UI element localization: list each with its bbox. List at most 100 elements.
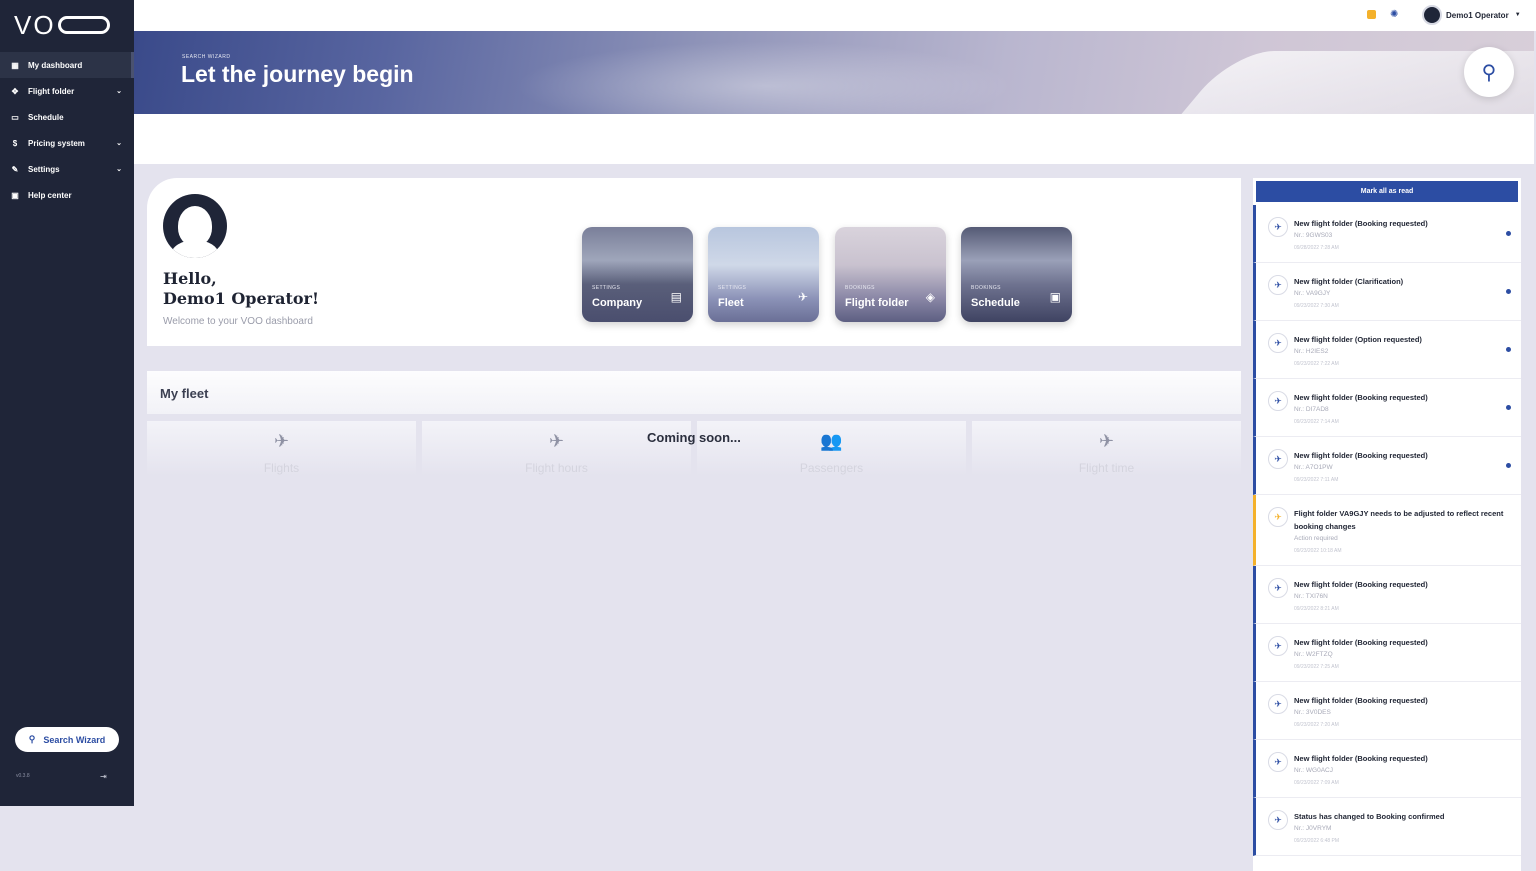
unread-dot xyxy=(1506,347,1511,352)
greeting: Hello, Demo1 Operator! xyxy=(163,269,319,309)
plane-icon: ✈ xyxy=(1268,507,1288,527)
tile-category: BOOKINGS xyxy=(845,285,875,291)
search-icon: ⚲ xyxy=(28,734,36,744)
hero-cloud-decoration xyxy=(514,41,1014,114)
notification-item[interactable]: ✈ Status has changed to Booking confirmed… xyxy=(1253,798,1521,856)
sidebar-item-settings[interactable]: ✎ Settings ⌄ xyxy=(0,156,134,182)
notification-number: Nr.: VA9GJY xyxy=(1294,290,1331,297)
user-menu[interactable]: Demo1 Operator ▼ xyxy=(1422,5,1521,25)
wrench-icon: ✎ xyxy=(11,164,19,174)
sidebar-item-label: Help center xyxy=(28,190,72,200)
chevron-down-icon: ⌄ xyxy=(116,140,122,147)
search-wizard-button[interactable]: ⚲ Search Wizard xyxy=(15,727,119,752)
notification-date: 09/23/2022 7:25 AM xyxy=(1294,664,1339,670)
building-icon: ▤ xyxy=(670,290,682,304)
fleet-card-label: Passengers xyxy=(799,461,864,475)
sidebar-item-my-dashboard[interactable]: ▦ My dashboard xyxy=(0,52,134,78)
plane-icon: ✈ xyxy=(1268,694,1288,714)
sidebar-item-label: Schedule xyxy=(28,112,64,122)
notification-title: New flight folder (Booking requested) xyxy=(1294,696,1428,705)
top-bar: ✺ Demo1 Operator ▼ xyxy=(134,0,1536,31)
tile-fleet[interactable]: SETTINGS Fleet ✈ xyxy=(708,227,819,322)
unread-dot xyxy=(1506,463,1511,468)
notification-date: 09/23/2022 7:11 AM xyxy=(1294,477,1339,483)
notification-item[interactable]: ✈ New flight folder (Booking requested) Nr… xyxy=(1253,566,1521,624)
welcome-card: Hello, Demo1 Operator! Welcome to your V… xyxy=(147,178,1241,346)
notification-badge-icon[interactable] xyxy=(1367,10,1376,19)
notification-item[interactable]: ✈ New flight folder (Option requested) Nr.… xyxy=(1253,321,1521,379)
sidebar-item-flight-folder[interactable]: ✥ Flight folder ⌄ xyxy=(0,78,134,104)
notification-title: Status has changed to Booking confirmed xyxy=(1294,812,1445,821)
notification-item[interactable]: ✈ Flight folder VA9GJY needs to be adjust… xyxy=(1253,495,1521,566)
unread-dot xyxy=(1506,231,1511,236)
fleet-card-flight-time: ✈ Flight time xyxy=(972,421,1241,476)
notification-date: 09/23/2022 7:30 AM xyxy=(1294,303,1339,309)
hero-title: Let the journey begin xyxy=(181,61,414,87)
dollar-icon: $ xyxy=(12,138,18,148)
app-version: v0.3.8 xyxy=(16,773,30,779)
sidebar-item-pricing-system[interactable]: $ Pricing system ⌄ xyxy=(0,130,134,156)
search-icon: ⚲ xyxy=(1481,61,1497,84)
notification-item[interactable]: ✈ New flight folder (Booking requested) Nr… xyxy=(1253,205,1521,263)
notification-item[interactable]: ✈ New flight folder (Booking requested) Nr… xyxy=(1253,624,1521,682)
notification-item[interactable]: ✈ New flight folder (Booking requested) Nr… xyxy=(1253,437,1521,495)
plane-takeoff-icon: ✈ xyxy=(1098,431,1115,451)
notification-item[interactable]: ✈ New flight folder (Booking requested) Nr… xyxy=(1253,682,1521,740)
sidebar-item-help-center[interactable]: ▣ Help center xyxy=(0,182,134,208)
avatar xyxy=(1422,5,1442,25)
plane-icon: ✈ xyxy=(1268,578,1288,598)
my-fleet-title: My fleet xyxy=(160,386,209,401)
voo-logo[interactable]: VO xyxy=(0,0,134,50)
plane-icon: ✈ xyxy=(1268,810,1288,830)
plane-icon: ✈ xyxy=(1268,449,1288,469)
notification-item[interactable]: ✈ New flight folder (Booking requested) Nr… xyxy=(1253,740,1521,798)
collapse-sidebar-icon[interactable]: ⇥ xyxy=(100,772,107,781)
notification-title: New flight folder (Booking requested) xyxy=(1294,451,1428,460)
logo-pill-mark xyxy=(57,16,110,34)
tile-flight-folder[interactable]: BOOKINGS Flight folder ◈ xyxy=(835,227,946,322)
user-name: Demo1 Operator xyxy=(1446,10,1509,20)
chevron-down-icon: ⌄ xyxy=(116,166,122,173)
sidebar-item-schedule[interactable]: ▭ Schedule xyxy=(0,104,134,130)
plane-icon: ✈ xyxy=(1268,752,1288,772)
tile-category: BOOKINGS xyxy=(971,285,1001,291)
tile-name: Schedule xyxy=(971,297,1020,309)
fleet-card-flights: ✈ Flights xyxy=(147,421,416,476)
notification-date: 09/23/2022 6:48 PM xyxy=(1294,838,1340,844)
notification-title: New flight folder (Booking requested) xyxy=(1294,754,1428,763)
sidebar: VO ▦ My dashboard ✥ Flight folder ⌄ ▭ Sc… xyxy=(0,0,134,806)
sidebar-item-label: My dashboard xyxy=(28,60,83,70)
dashboard-icon: ▦ xyxy=(11,60,19,70)
avatar xyxy=(163,194,227,258)
notification-date: 09/23/2022 7:14 AM xyxy=(1294,419,1339,425)
plane-icon: ✈ xyxy=(1268,217,1288,237)
tile-schedule[interactable]: BOOKINGS Schedule ▣ xyxy=(961,227,1072,322)
notification-title: New flight folder (Option requested) xyxy=(1294,335,1422,344)
greeting-line-2: Demo1 Operator! xyxy=(163,289,319,308)
hero-search-button[interactable]: ⚲ xyxy=(1464,47,1514,97)
logo-text: VO xyxy=(14,9,56,40)
sidebar-item-label: Settings xyxy=(28,164,60,174)
notification-title: New flight folder (Clarification) xyxy=(1294,277,1404,286)
settings-gear-icon[interactable]: ✺ xyxy=(1390,9,1398,20)
notification-title: New flight folder (Booking requested) xyxy=(1294,580,1428,589)
notification-date: 09/23/2022 7:20 AM xyxy=(1294,722,1339,728)
tile-name: Fleet xyxy=(718,297,744,309)
fleet-card-label: Flights xyxy=(263,461,300,475)
notification-item[interactable]: ✈ New flight folder (Clarification) Nr.: V… xyxy=(1253,263,1521,321)
my-fleet-header: My fleet xyxy=(147,371,1241,414)
tile-company[interactable]: SETTINGS Company ▤ xyxy=(582,227,693,322)
notification-date: 09/23/2022 10:18 AM xyxy=(1294,548,1342,554)
coming-soon-label: Coming soon... xyxy=(647,430,741,445)
notification-number: Nr.: DI7AD8 xyxy=(1294,406,1329,413)
notification-item[interactable]: ✈ New flight folder (Booking requested) Nr… xyxy=(1253,379,1521,437)
tile-name: Company xyxy=(592,297,643,309)
layers-icon: ◈ xyxy=(925,290,935,304)
notification-number: Nr.: W2FTZQ xyxy=(1294,651,1333,658)
notifications-list: ✈ New flight folder (Booking requested) Nr… xyxy=(1253,205,1521,856)
mark-all-as-read-button[interactable]: Mark all as read xyxy=(1256,181,1518,202)
plane-icon: ✈ xyxy=(273,431,290,451)
notification-number: Action required xyxy=(1294,535,1338,542)
notification-number: Nr.: J0VRYM xyxy=(1294,825,1332,832)
hero-spacer xyxy=(134,114,1534,164)
